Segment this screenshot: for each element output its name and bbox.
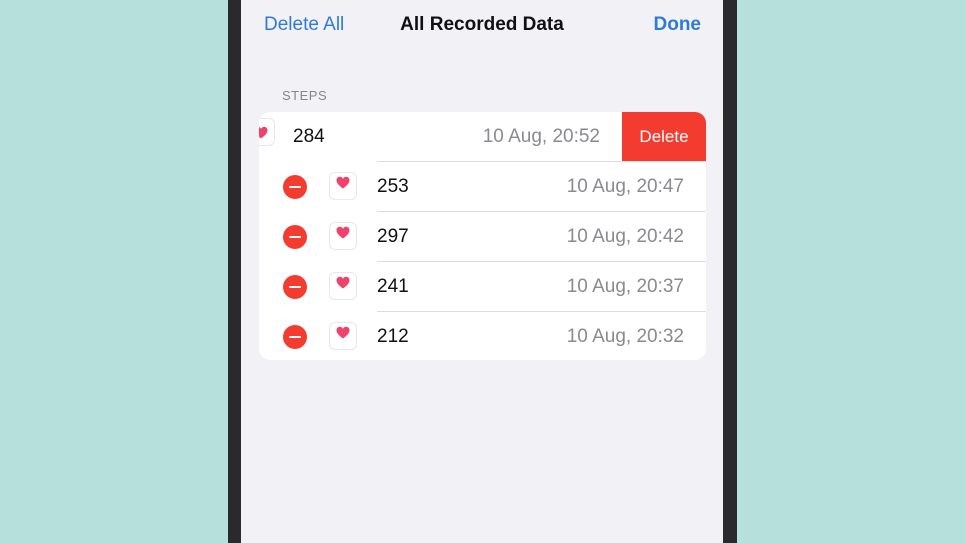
record-row[interactable]: 253 10 Aug, 20:47 [259, 162, 706, 212]
heart-icon [329, 222, 357, 250]
minus-circle-icon[interactable] [283, 225, 307, 249]
record-date: 10 Aug, 20:47 [566, 176, 684, 197]
record-row[interactable]: 241 10 Aug, 20:37 [259, 262, 706, 312]
record-date: 10 Aug, 20:32 [566, 326, 684, 347]
record-value: 253 [377, 176, 409, 197]
record-date: 10 Aug, 20:52 [482, 126, 600, 147]
records-list: 284 10 Aug, 20:52 Delete 253 10 Aug, 20:… [259, 112, 706, 360]
record-value: 212 [377, 326, 409, 347]
screen: Delete All All Recorded Data Done STEPS … [241, 0, 723, 543]
heart-icon [329, 172, 357, 200]
minus-circle-icon[interactable] [283, 275, 307, 299]
record-value: 241 [377, 276, 409, 297]
heart-icon [329, 322, 357, 350]
done-button[interactable]: Done [654, 14, 702, 36]
minus-circle-icon[interactable] [283, 325, 307, 349]
record-row[interactable]: 212 10 Aug, 20:32 [259, 312, 706, 360]
swiped-record-row[interactable]: 284 10 Aug, 20:52 Delete [259, 112, 706, 162]
navigation-bar: Delete All All Recorded Data Done [241, 0, 723, 50]
heart-icon [329, 272, 357, 300]
record-value: 297 [377, 226, 409, 247]
minus-circle-icon[interactable] [283, 175, 307, 199]
delete-button[interactable]: Delete [622, 112, 706, 162]
record-date: 10 Aug, 20:37 [566, 276, 684, 297]
record-date: 10 Aug, 20:42 [566, 226, 684, 247]
page-title: All Recorded Data [400, 14, 564, 35]
heart-icon [259, 118, 275, 146]
record-value: 284 [293, 126, 325, 147]
section-header: STEPS [282, 88, 328, 103]
record-row[interactable]: 297 10 Aug, 20:42 [259, 212, 706, 262]
